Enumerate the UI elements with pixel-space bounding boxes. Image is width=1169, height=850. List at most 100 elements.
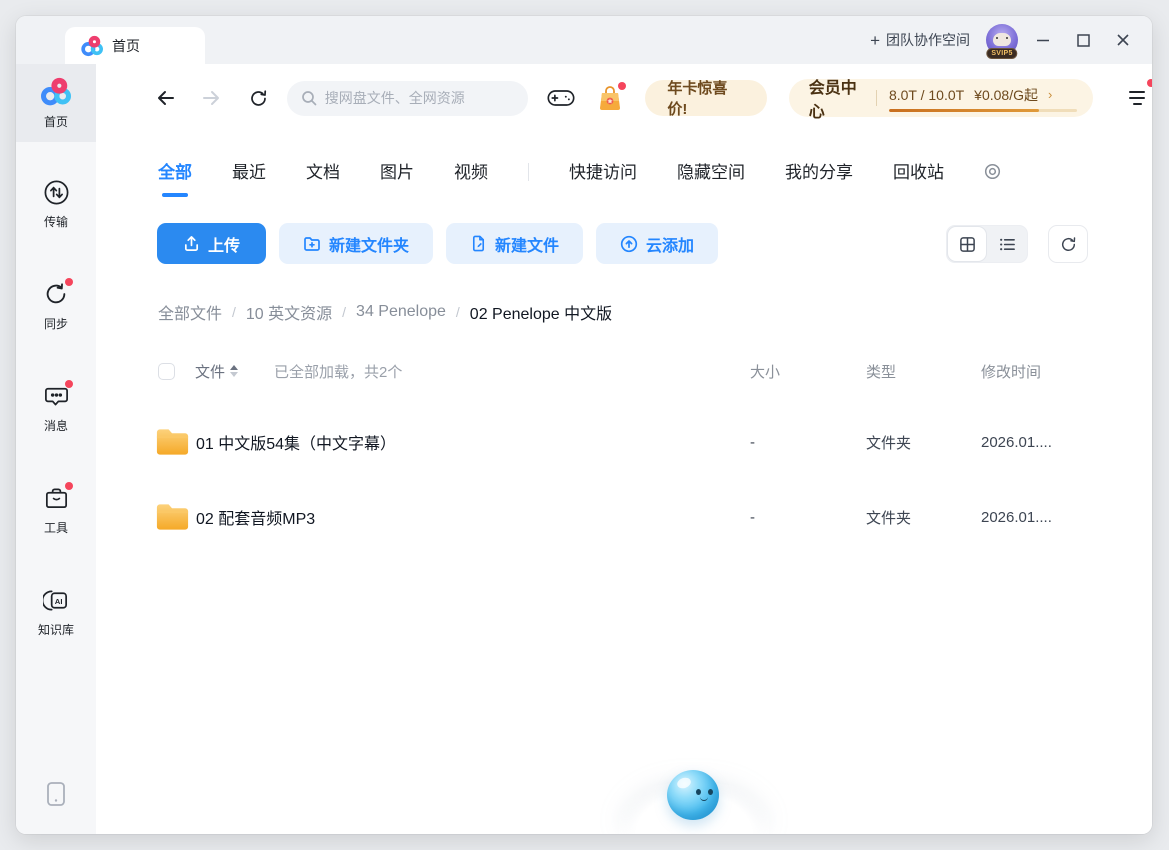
- team-space-label: 团队协作空间: [886, 30, 970, 50]
- member-center-button[interactable]: 会员中心 8.0T / 10.0T ¥0.08/G起 ›: [789, 79, 1093, 117]
- refresh-icon: [1060, 236, 1077, 253]
- file-row[interactable]: 01 中文版54集（中文字幕） - 文件夹 2026.01....: [136, 409, 1112, 475]
- breadcrumb-item-root[interactable]: 全部文件: [158, 300, 222, 324]
- promo-button[interactable]: 年卡惊喜价!: [645, 80, 766, 116]
- vip-badge: SVIP5: [986, 48, 1017, 59]
- tab-videos[interactable]: 视频: [454, 158, 488, 185]
- gift-bag-button[interactable]: [593, 80, 628, 116]
- tab-recycle-bin[interactable]: 回收站: [893, 158, 944, 185]
- new-folder-icon: [303, 235, 321, 253]
- select-all-checkbox[interactable]: [158, 363, 175, 380]
- menu-filter-button[interactable]: [1123, 83, 1152, 113]
- tab-all[interactable]: 全部: [158, 158, 192, 185]
- sidebar-item-sync[interactable]: 同步: [16, 266, 96, 344]
- folder-icon: [154, 426, 191, 458]
- breadcrumb-item-2[interactable]: 34 Penelope: [356, 303, 446, 321]
- list-view-icon: [999, 236, 1016, 253]
- size-column-header: 大小: [750, 361, 780, 382]
- sidebar-item-tools[interactable]: 工具: [16, 470, 96, 548]
- breadcrumb-item-1[interactable]: 10 英文资源: [246, 300, 332, 324]
- message-icon: [41, 381, 71, 411]
- new-file-button[interactable]: 新建文件: [446, 223, 583, 264]
- chevron-right-icon: ›: [1048, 87, 1052, 102]
- sidebar-item-label: 知识库: [38, 621, 74, 638]
- file-column-header[interactable]: 文件: [195, 361, 238, 382]
- tab-documents[interactable]: 文档: [306, 158, 340, 185]
- sidebar-item-label: 同步: [44, 315, 68, 332]
- grid-view-button[interactable]: [947, 226, 987, 262]
- maximize-button[interactable]: [1068, 25, 1098, 55]
- new-folder-button[interactable]: 新建文件夹: [279, 223, 433, 264]
- view-toggle-group: [946, 225, 1028, 263]
- cloud-add-icon: [620, 235, 638, 253]
- breadcrumb-separator: /: [456, 304, 460, 320]
- tab-quick-access[interactable]: 快捷访问: [569, 158, 637, 185]
- promo-label: 年卡惊喜价!: [667, 77, 744, 119]
- phone-icon: [45, 781, 67, 807]
- file-type: 文件夹: [866, 432, 911, 453]
- sort-icon: [230, 365, 238, 377]
- tab-images[interactable]: 图片: [380, 158, 414, 185]
- reload-button[interactable]: [242, 81, 275, 115]
- tab-recent[interactable]: 最近: [232, 158, 266, 185]
- upload-label: 上传: [208, 232, 240, 256]
- refresh-list-button[interactable]: [1048, 225, 1088, 263]
- breadcrumb: 全部文件 / 10 英文资源 / 34 Penelope / 02 Penelo…: [158, 300, 612, 324]
- file-list-header: 文件 已全部加载，共2个 大小 类型 修改时间: [158, 360, 1112, 382]
- tab-title: 首页: [112, 36, 140, 56]
- category-tabs: 全部 最近 文档 图片 视频 快捷访问 隐藏空间 我的分享 回收站: [158, 158, 1001, 185]
- storage-quota: 8.0T / 10.0T: [889, 87, 964, 103]
- sidebar-item-label: 消息: [44, 417, 68, 434]
- upload-icon: [183, 235, 200, 252]
- svg-text:AI: AI: [54, 596, 62, 605]
- file-type: 文件夹: [866, 507, 911, 528]
- file-column-label: 文件: [195, 361, 225, 382]
- close-button[interactable]: [1108, 25, 1138, 55]
- titlebar: 首页 + 团队协作空间 SVIP5: [16, 16, 1152, 64]
- tabs-settings-button[interactable]: [984, 163, 1001, 180]
- mascot-eye: [696, 789, 701, 795]
- mobile-app-button[interactable]: [45, 781, 67, 812]
- notification-dot: [1147, 79, 1152, 87]
- sidebar-item-home[interactable]: 首页: [16, 64, 96, 142]
- tab-hidden-space[interactable]: 隐藏空间: [677, 158, 745, 185]
- sidebar-item-knowledge[interactable]: AI 知识库: [16, 572, 96, 650]
- search-box[interactable]: [287, 81, 528, 116]
- team-space-button[interactable]: + 团队协作空间: [870, 30, 970, 50]
- game-center-button[interactable]: [544, 80, 579, 116]
- sidebar-item-transfer[interactable]: 传输: [16, 164, 96, 242]
- content-area: 年卡惊喜价! 会员中心 8.0T / 10.0T ¥0.08/G起 ›: [96, 64, 1152, 834]
- sidebar-item-messages[interactable]: 消息: [16, 368, 96, 446]
- ai-assistant-button[interactable]: [667, 770, 719, 820]
- transfer-icon: [41, 177, 71, 207]
- file-row[interactable]: 02 配套音频MP3 - 文件夹 2026.01....: [136, 484, 1112, 550]
- list-view-button[interactable]: [987, 226, 1027, 262]
- toolbox-icon: [41, 483, 71, 513]
- sidebar-item-label: 传输: [44, 213, 68, 230]
- time-column-header: 修改时间: [981, 361, 1041, 382]
- new-file-label: 新建文件: [495, 232, 559, 256]
- notification-dot: [65, 278, 73, 286]
- search-input[interactable]: [325, 90, 505, 106]
- avatar[interactable]: SVIP5: [986, 24, 1018, 56]
- browser-toolbar: 年卡惊喜价! 会员中心 8.0T / 10.0T ¥0.08/G起 ›: [96, 76, 1152, 120]
- tab-my-shares[interactable]: 我的分享: [785, 158, 853, 185]
- notification-dot: [65, 482, 73, 490]
- back-button[interactable]: [150, 81, 183, 115]
- netdisk-logo-icon: [81, 35, 103, 57]
- upload-button[interactable]: 上传: [157, 223, 266, 264]
- minimize-button[interactable]: [1028, 25, 1058, 55]
- file-name[interactable]: 02 配套音频MP3: [196, 505, 315, 529]
- forward-button[interactable]: [195, 81, 228, 115]
- type-column-header: 类型: [866, 361, 896, 382]
- divider: [876, 90, 877, 106]
- loaded-status: 已全部加载，共2个: [274, 361, 402, 382]
- file-name[interactable]: 01 中文版54集（中文字幕）: [196, 430, 396, 454]
- file-size: -: [750, 434, 755, 451]
- folder-icon: [154, 501, 191, 533]
- sidebar: 首页 传输: [16, 64, 96, 834]
- member-center-label: 会员中心: [809, 74, 864, 122]
- cloud-add-button[interactable]: 云添加: [596, 223, 718, 264]
- tab-home[interactable]: 首页: [65, 27, 205, 64]
- breadcrumb-separator: /: [342, 304, 346, 320]
